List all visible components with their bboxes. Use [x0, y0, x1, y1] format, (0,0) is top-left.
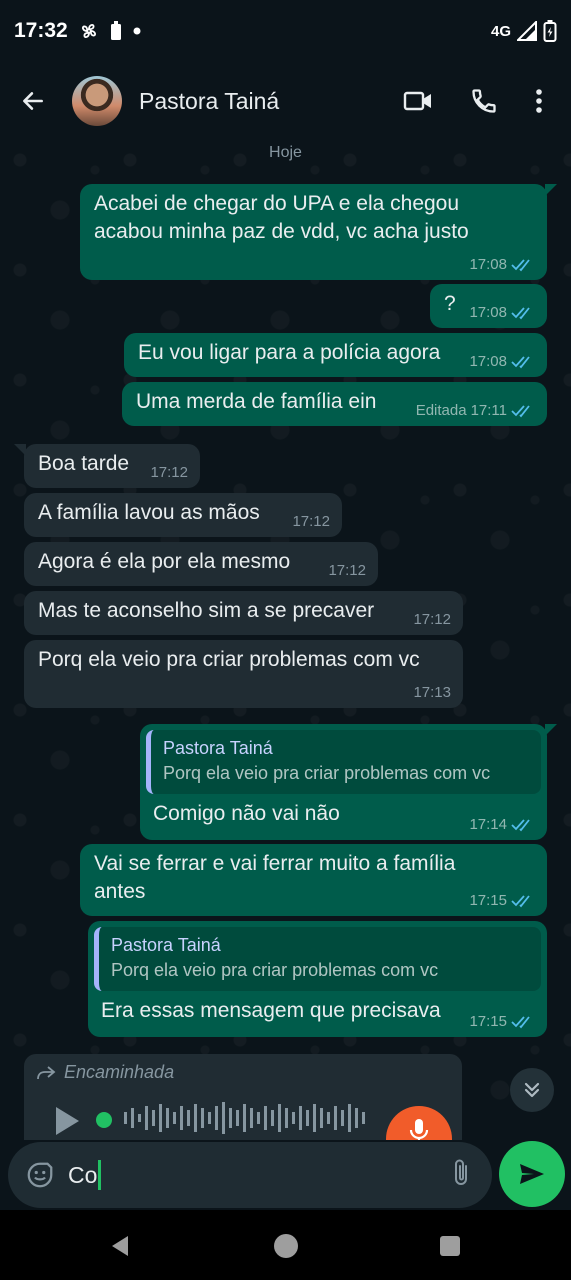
- message-time: 17:12: [413, 611, 451, 628]
- message-incoming[interactable]: A família lavou as mãos 17:12: [24, 493, 342, 537]
- message-text: A família lavou as mãos: [38, 501, 260, 524]
- message-outgoing-reply[interactable]: Pastora Tainá Porq ela veio pra criar pr…: [88, 921, 547, 1037]
- attach-button[interactable]: [450, 1158, 472, 1193]
- message-time: 17:15: [469, 892, 507, 909]
- sticker-button[interactable]: [12, 1160, 68, 1190]
- message-outgoing[interactable]: ? 17:08: [430, 284, 547, 328]
- phone-icon: [472, 89, 496, 113]
- message-text: Acabei de chegar do UPA e ela chegou aca…: [94, 192, 469, 243]
- message-incoming[interactable]: Agora é ela por ela mesmo 17:12: [24, 542, 378, 586]
- message-outgoing[interactable]: Eu vou ligar para a polícia agora 17:08: [124, 333, 547, 377]
- quoted-author: Pastora Tainá: [111, 935, 221, 955]
- message-time: 17:12: [292, 513, 330, 530]
- message-incoming[interactable]: Porq ela veio pra criar problemas com vc…: [24, 640, 463, 708]
- message-time: 17:15: [469, 1013, 507, 1030]
- forwarded-label: Encaminhada: [64, 1062, 175, 1082]
- quoted-text: Porq ela veio pra criar problemas com vc: [111, 960, 439, 980]
- message-time: 17:11: [470, 402, 507, 419]
- message-time: 17:08: [469, 256, 507, 273]
- video-camera-icon: [403, 91, 431, 111]
- message-composer: Co: [0, 1140, 571, 1210]
- paperclip-icon: [455, 1159, 467, 1185]
- message-outgoing-reply[interactable]: Pastora Tainá Porq ela veio pra criar pr…: [140, 724, 557, 840]
- nav-back-icon[interactable]: [108, 1234, 132, 1258]
- battery-icon: [543, 20, 557, 42]
- message-time: 17:12: [150, 464, 188, 481]
- message-time: 17:08: [469, 304, 507, 321]
- more-vertical-icon: [536, 89, 542, 113]
- record-audio-button[interactable]: [386, 1106, 452, 1140]
- back-button[interactable]: [0, 62, 66, 140]
- sticker-icon: [27, 1162, 53, 1188]
- video-call-button[interactable]: [385, 62, 451, 140]
- message-text: Mas te aconselho sim a se precaver: [38, 599, 375, 622]
- edited-label: Editada: [415, 402, 467, 419]
- status-bar: 17:32 4G: [0, 0, 571, 62]
- read-ticks-icon: [511, 895, 530, 908]
- voice-call-button[interactable]: [451, 62, 517, 140]
- message-input-container[interactable]: Co: [8, 1142, 492, 1208]
- send-icon: [520, 1164, 544, 1184]
- audio-progress-dot[interactable]: [96, 1112, 112, 1128]
- text-caret: [98, 1160, 102, 1190]
- message-input[interactable]: Co: [68, 1160, 102, 1190]
- chat-header: Pastora Tainá: [0, 62, 571, 140]
- battery-small-icon: [110, 21, 121, 40]
- message-time: 17:13: [413, 684, 451, 701]
- signal-icon: [517, 21, 537, 41]
- message-incoming[interactable]: Boa tarde 17:12: [14, 444, 200, 488]
- message-outgoing[interactable]: Vai se ferrar e vai ferrar muito a famíl…: [80, 844, 547, 916]
- message-time: 17:08: [469, 353, 507, 370]
- message-outgoing[interactable]: Acabei de chegar do UPA e ela chegou aca…: [80, 184, 557, 280]
- send-button[interactable]: [499, 1141, 565, 1207]
- chat-area[interactable]: Hoje Acabei de chegar do UPA e ela chego…: [0, 140, 571, 1140]
- message-incoming[interactable]: Mas te aconselho sim a se precaver 17:12: [24, 591, 463, 635]
- system-nav-bar: [0, 1210, 571, 1280]
- scroll-to-bottom-button[interactable]: [510, 1068, 554, 1112]
- arrow-left-icon: [23, 92, 43, 110]
- message-outgoing[interactable]: Uma merda de família ein Editada 17:11: [122, 382, 547, 426]
- forward-icon: [37, 1065, 56, 1079]
- message-text: Porq ela veio pra criar problemas com vc: [38, 648, 420, 671]
- date-separator: Hoje: [269, 144, 302, 161]
- message-text: Vai se ferrar e vai ferrar muito a famíl…: [94, 852, 456, 903]
- quoted-message[interactable]: Pastora Tainá Porq ela veio pra criar pr…: [146, 730, 541, 794]
- quoted-message[interactable]: Pastora Tainá Porq ela veio pra criar pr…: [94, 927, 541, 991]
- more-options-button[interactable]: [517, 62, 561, 140]
- message-text: Agora é ela por ela mesmo: [38, 550, 291, 573]
- audio-waveform[interactable]: [104, 1098, 374, 1138]
- message-time: 17:12: [328, 562, 366, 579]
- fan-icon: [81, 23, 96, 39]
- read-ticks-icon: [511, 307, 530, 320]
- nav-recents-icon[interactable]: [440, 1236, 460, 1256]
- nav-home-icon[interactable]: [274, 1234, 298, 1258]
- status-time: 17:32: [14, 19, 68, 42]
- double-chevron-down-icon: [524, 1082, 540, 1098]
- contact-name[interactable]: Pastora Tainá: [139, 88, 279, 115]
- read-ticks-icon: [511, 259, 530, 272]
- network-type: 4G: [490, 22, 511, 40]
- microphone-icon: [409, 1119, 429, 1140]
- contact-avatar[interactable]: [72, 76, 122, 126]
- quoted-text: Porq ela veio pra criar problemas com vc: [163, 763, 491, 783]
- read-ticks-icon: [511, 1016, 530, 1029]
- read-ticks-icon: [511, 405, 530, 418]
- read-ticks-icon: [511, 356, 530, 369]
- message-time: 17:14: [469, 816, 507, 833]
- forwarded-audio-message[interactable]: Encaminhada: [24, 1054, 462, 1140]
- read-ticks-icon: [511, 819, 530, 832]
- message-input-value: Co: [68, 1161, 98, 1188]
- play-icon[interactable]: [54, 1106, 80, 1136]
- quoted-author: Pastora Tainá: [163, 738, 273, 758]
- notification-dot-icon: [133, 27, 141, 35]
